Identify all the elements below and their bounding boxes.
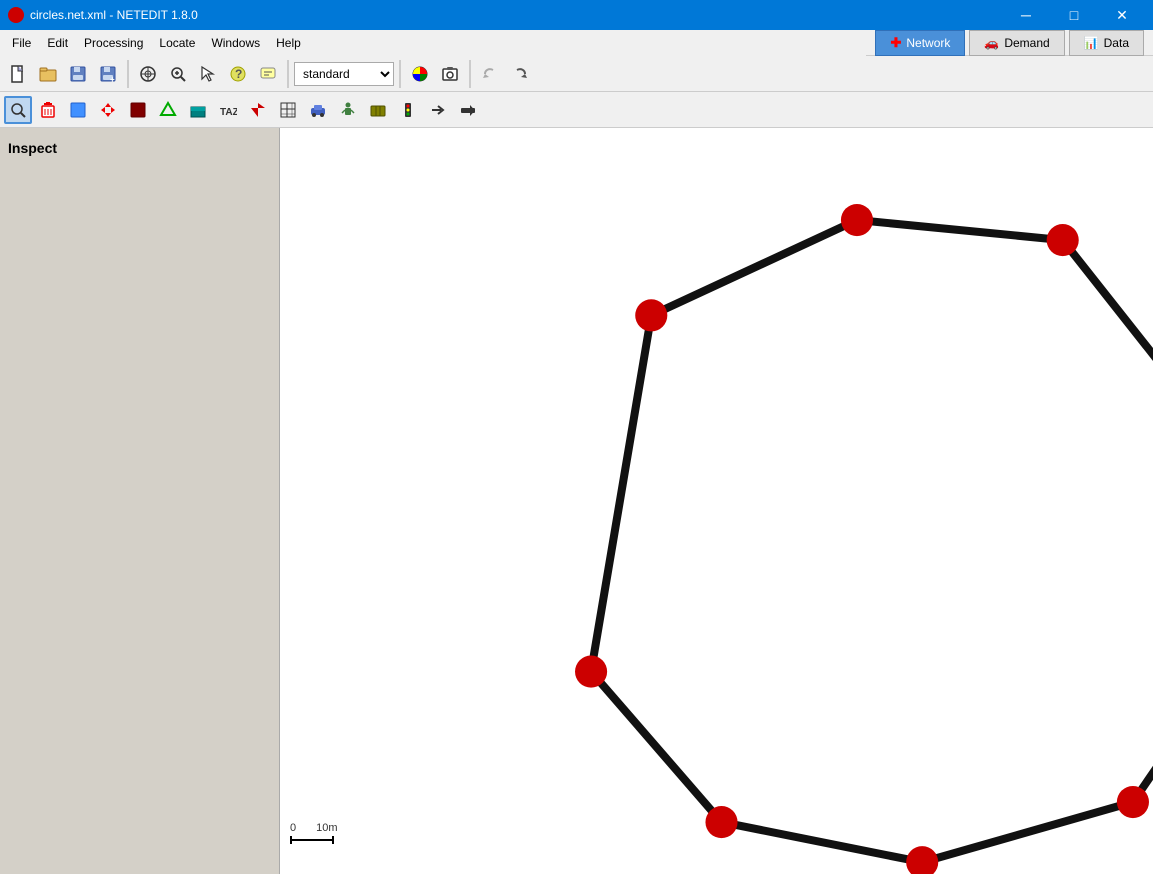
undo-button[interactable] (476, 60, 504, 88)
select-tool[interactable] (64, 96, 92, 124)
node-n7[interactable] (906, 846, 938, 874)
sep1 (127, 60, 129, 88)
main-content: Inspect 0 10m (0, 128, 1153, 874)
polygon-tool[interactable] (184, 96, 212, 124)
open-button[interactable] (34, 60, 62, 88)
poi-tool[interactable] (244, 96, 272, 124)
toolbar1: + ? standard classic dark rand (0, 56, 1153, 92)
sep2 (287, 60, 289, 88)
container-tool[interactable] (364, 96, 392, 124)
titlebar-left: circles.net.xml - NETEDIT 1.8.0 (8, 7, 198, 23)
screenshot-button[interactable] (436, 60, 464, 88)
edge-tool[interactable] (124, 96, 152, 124)
network-tool[interactable] (134, 60, 162, 88)
data-tab-label: Data (1104, 36, 1129, 50)
prohibition-tool[interactable] (454, 96, 482, 124)
scale-unit: 10m (316, 822, 337, 834)
scale-zero: 0 (290, 822, 296, 834)
zoom-button[interactable] (164, 60, 192, 88)
person-tool[interactable] (334, 96, 362, 124)
demand-tab-label: Demand (1004, 36, 1049, 50)
node-n3[interactable] (1047, 224, 1079, 256)
titlebar-controls: ─ □ ✕ (1003, 0, 1145, 30)
toolbar2: TAZ (0, 92, 1153, 128)
menu-edit[interactable]: Edit (39, 32, 76, 54)
scale-bar: 0 10m (290, 822, 338, 844)
node-n2[interactable] (841, 204, 873, 236)
demand-tab-icon: 🚗 (984, 36, 999, 50)
new-button[interactable] (4, 60, 32, 88)
titlebar: circles.net.xml - NETEDIT 1.8.0 ─ □ ✕ (0, 0, 1153, 30)
menu-file[interactable]: File (4, 32, 39, 54)
tab-network[interactable]: ✚ Network (875, 30, 965, 56)
grid-tool[interactable] (274, 96, 302, 124)
canvas-area[interactable]: 0 10m (280, 128, 1153, 874)
left-panel: Inspect (0, 128, 280, 874)
delete-tool[interactable] (34, 96, 62, 124)
node-n6[interactable] (1117, 786, 1149, 818)
menu-help[interactable]: Help (268, 32, 309, 54)
svg-text:?: ? (235, 67, 242, 81)
close-button[interactable]: ✕ (1099, 0, 1145, 30)
titlebar-title: circles.net.xml - NETEDIT 1.8.0 (30, 8, 198, 22)
node-n8[interactable] (705, 806, 737, 838)
tooltip-button[interactable] (254, 60, 282, 88)
network-tab-label: Network (906, 36, 950, 50)
network-tab-icon: ✚ (890, 35, 901, 51)
scheme-select[interactable]: standard classic dark rand (294, 62, 394, 86)
sep3 (399, 60, 401, 88)
move-tool[interactable] (94, 96, 122, 124)
network-polygon (591, 220, 1153, 862)
menu-windows[interactable]: Windows (203, 32, 268, 54)
tab-demand[interactable]: 🚗 Demand (969, 30, 1064, 56)
inspect-tool[interactable] (4, 96, 32, 124)
tab-data[interactable]: 📊 Data (1069, 30, 1144, 56)
svg-text:TAZ: TAZ (220, 107, 237, 118)
inspect-title: Inspect (8, 136, 271, 160)
traffic-light-tool[interactable] (394, 96, 422, 124)
redo-button[interactable] (506, 60, 534, 88)
menu-locate[interactable]: Locate (151, 32, 203, 54)
data-tab-icon: 📊 (1084, 36, 1099, 50)
network-svg (280, 128, 1153, 874)
sep4 (469, 60, 471, 88)
svg-text:+: + (110, 75, 115, 83)
car-tool[interactable] (304, 96, 332, 124)
menu-processing[interactable]: Processing (76, 32, 151, 54)
maximize-button[interactable]: □ (1051, 0, 1097, 30)
save-button[interactable] (64, 60, 92, 88)
saveas-button[interactable]: + (94, 60, 122, 88)
node-n9[interactable] (575, 656, 607, 688)
node-n1[interactable] (635, 299, 667, 331)
minimize-button[interactable]: ─ (1003, 0, 1049, 30)
color-scheme-button[interactable] (406, 60, 434, 88)
menubar: File Edit Processing Locate Windows Help (0, 30, 866, 56)
turn-tool[interactable] (424, 96, 452, 124)
taz-tool[interactable]: TAZ (214, 96, 242, 124)
app-icon (8, 7, 24, 23)
help-button[interactable]: ? (224, 60, 252, 88)
junction-tool[interactable] (154, 96, 182, 124)
cursor-button[interactable] (194, 60, 222, 88)
